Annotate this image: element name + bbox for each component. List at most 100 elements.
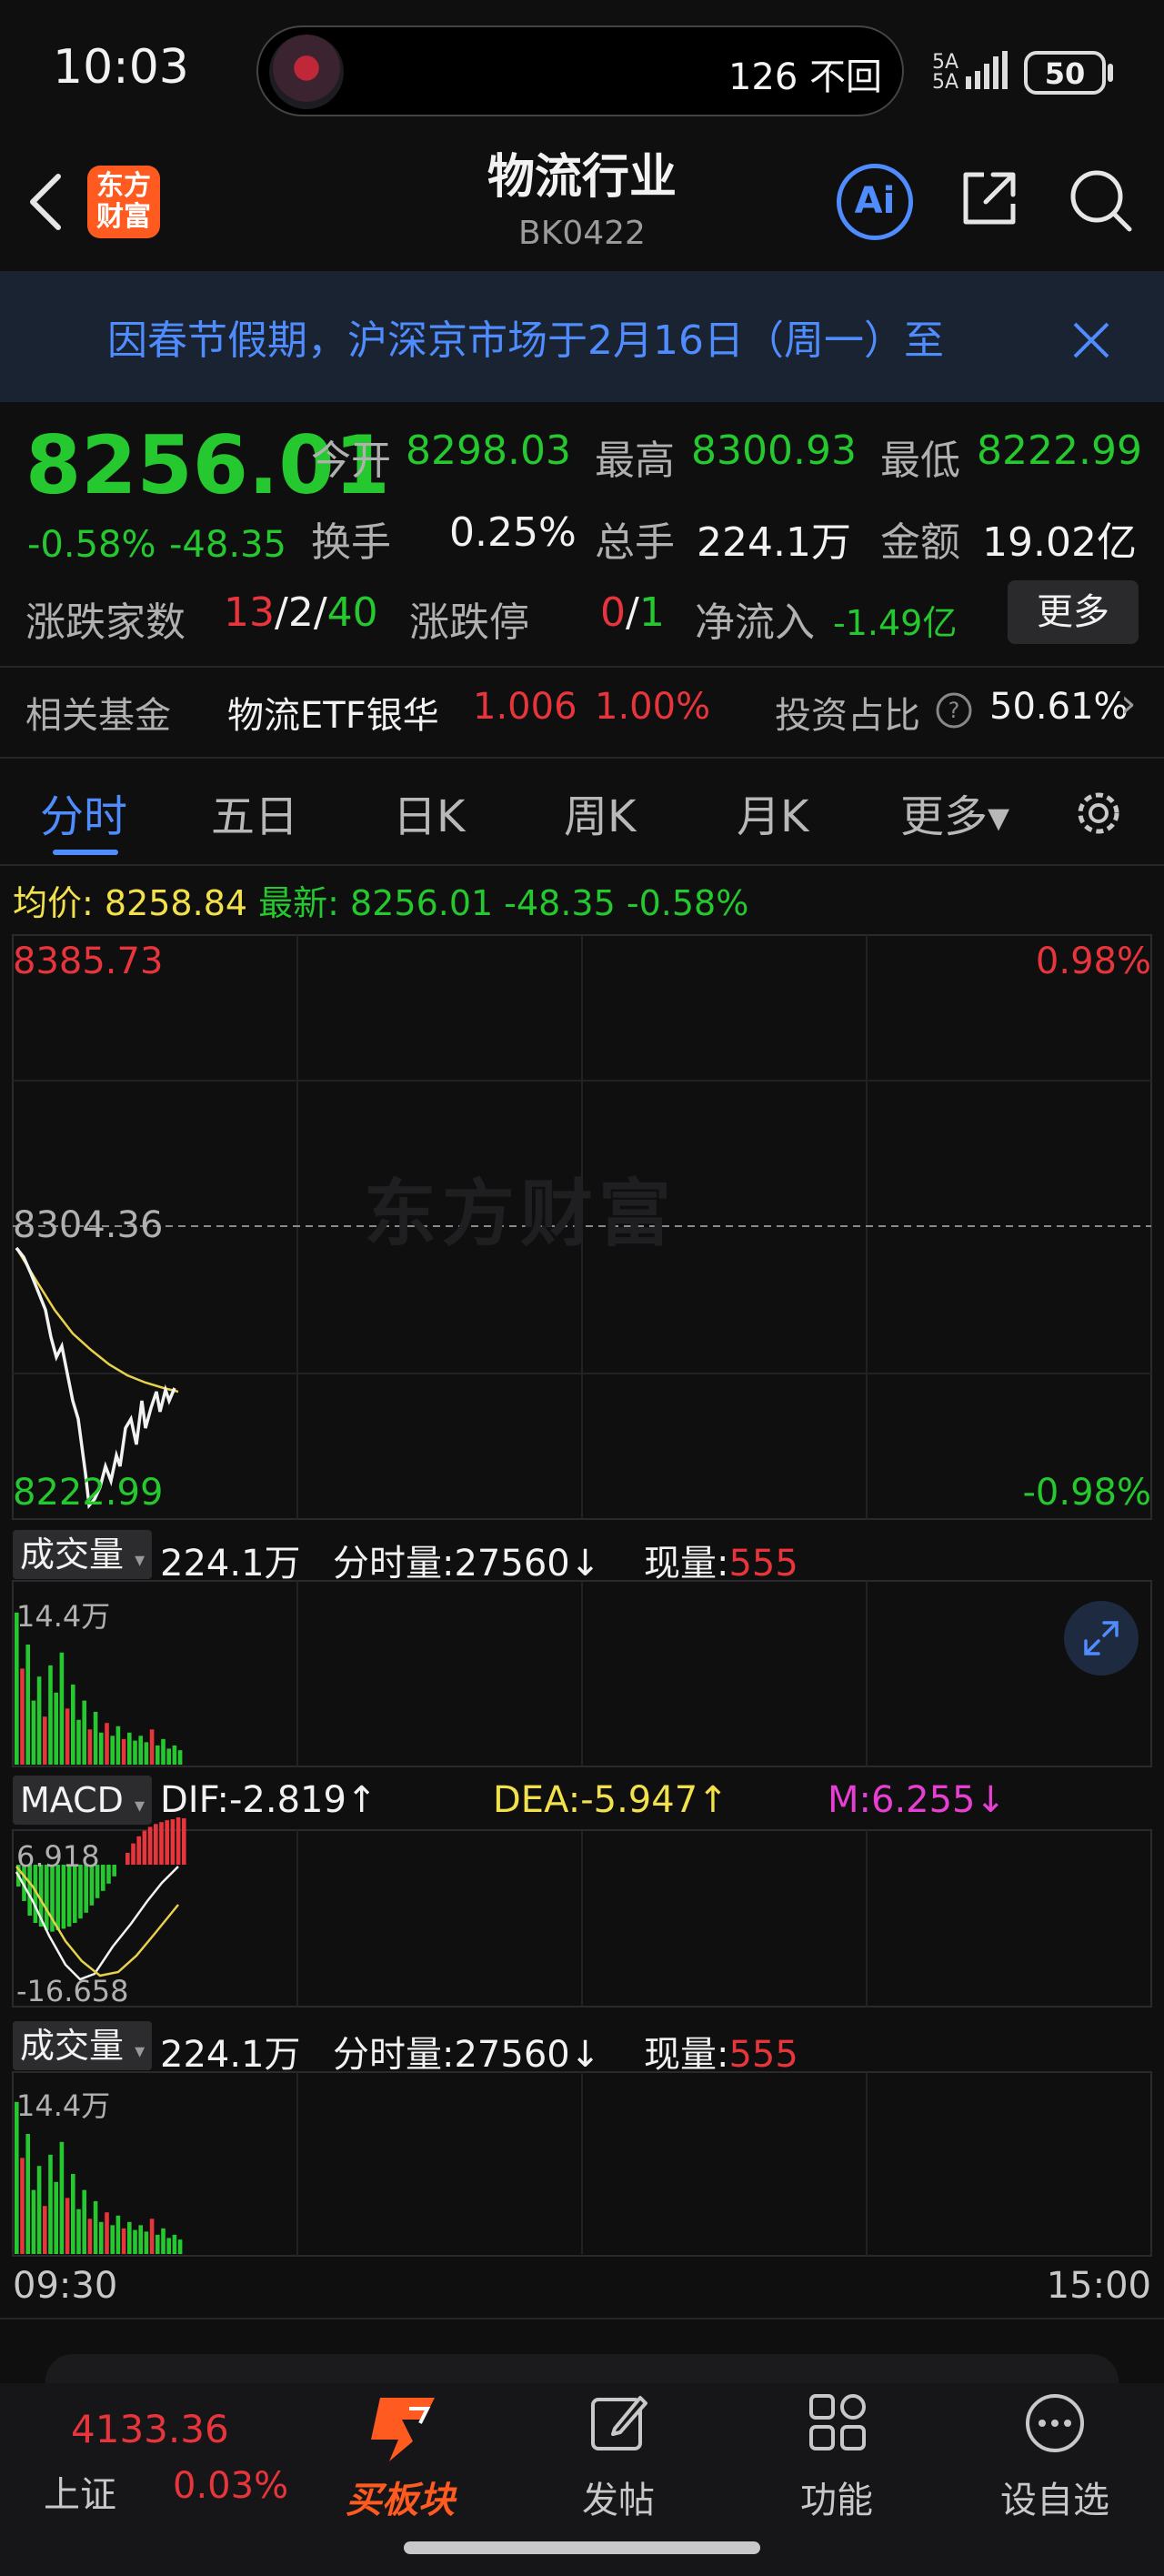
volume-bar <box>99 2221 104 2254</box>
amount-label: 金额 <box>880 519 960 566</box>
volume-bar <box>161 1738 166 1765</box>
macd-histogram <box>16 1817 186 1932</box>
volume-bar <box>20 2158 25 2254</box>
breadth-up: 13 <box>224 589 275 636</box>
high-label: 最高 <box>595 438 675 484</box>
limit-up: 0 <box>600 589 626 636</box>
index-value[interactable]: 4133.36 <box>71 2407 229 2451</box>
macd-top-value: 6.918 <box>16 1839 100 1874</box>
current-volume-value: 555 <box>728 1543 798 1585</box>
volume-bar <box>82 1700 86 1765</box>
latest-pct: -0.58% <box>626 883 749 923</box>
macd-bar <box>61 1865 66 1929</box>
dynamic-island[interactable]: 126 不回 <box>256 25 904 116</box>
volume-bar <box>121 1738 126 1765</box>
volume-bar <box>43 2206 47 2254</box>
tab-more[interactable]: 更多▾ <box>900 780 1009 844</box>
volume-bar <box>149 2219 155 2254</box>
battery-tip <box>1108 64 1113 82</box>
volume-value: 224.1万 <box>697 519 851 566</box>
volume-bar <box>31 2189 36 2254</box>
tab-monthly-k[interactable]: 月K <box>737 780 808 844</box>
ai-assistant-icon[interactable]: Ai <box>837 164 913 240</box>
notice-text[interactable]: 因春节假期，沪深京市场于2月16日（周一）至 <box>107 307 1026 366</box>
volume-label: 总手 <box>595 519 675 566</box>
breadth-sep: / <box>275 589 288 636</box>
tab-daily-k[interactable]: 日K <box>393 780 465 844</box>
volume-bar <box>133 1740 137 1765</box>
high-value: 8300.93 <box>691 428 857 474</box>
amount-value: 19.02亿 <box>982 519 1137 566</box>
dropdown-caret-icon: ▾ <box>135 1549 146 1572</box>
breadth-label: 涨跌家数 <box>25 599 186 646</box>
volume-bar <box>48 2154 53 2254</box>
close-icon[interactable] <box>1066 315 1117 366</box>
volume-bar <box>36 2166 42 2254</box>
index-pct[interactable]: 0.03% <box>173 2465 288 2507</box>
expand-icon[interactable] <box>1064 1601 1139 1675</box>
volume-bar <box>138 2225 143 2254</box>
macd-bar <box>112 1865 116 1877</box>
macd-bar <box>45 1865 49 1930</box>
limit-down: 1 <box>638 589 665 636</box>
tab-intraday[interactable]: 分时 <box>40 780 127 844</box>
tab-weekly-k[interactable]: 周K <box>564 780 636 844</box>
fund-name[interactable]: 物流ETF银华 <box>227 686 439 739</box>
volume-bar <box>144 2231 149 2254</box>
edit-post-icon[interactable] <box>587 2390 651 2454</box>
latest-label: 最新: <box>258 883 339 923</box>
nav-functions[interactable]: 功能 <box>764 2470 909 2523</box>
indicator-select-label: 成交量 <box>20 1535 125 1575</box>
indicator-select[interactable]: 成交量 ▾ <box>13 1530 153 1579</box>
ratio-value: 50.61% <box>989 686 1129 728</box>
macd-select[interactable]: MACD ▾ <box>13 1776 153 1825</box>
index-name[interactable]: 上证 <box>44 2465 116 2518</box>
avg-price-line <box>15 1247 179 1394</box>
divider <box>0 864 1164 866</box>
macd-bar <box>55 1865 60 1930</box>
macd-bar <box>165 1820 169 1865</box>
search-icon[interactable] <box>1066 166 1135 235</box>
volume-bar <box>177 2239 183 2254</box>
volume-bar <box>177 1750 183 1765</box>
latest-change: -48.35 <box>504 883 616 923</box>
volume-bar <box>110 2225 115 2254</box>
buy-sector-icon[interactable] <box>362 2392 442 2465</box>
more-dots-icon[interactable] <box>1022 2390 1088 2456</box>
volume-bar <box>99 1732 104 1765</box>
avg-value: 8258.84 <box>104 883 248 923</box>
time-end: 15:00 <box>1046 2265 1151 2307</box>
volume-bar <box>105 1723 109 1765</box>
volume-bar <box>172 2234 177 2254</box>
volume-bar <box>25 2134 30 2254</box>
chart-info-line: 均价: 8258.84 最新: 8256.01 -48.35 -0.58% <box>13 875 748 925</box>
volume-bar <box>71 1685 75 1765</box>
volume-bar <box>166 1748 171 1765</box>
gear-icon[interactable] <box>1069 784 1128 842</box>
volume-bar <box>59 2141 65 2254</box>
nav-add-watchlist[interactable]: 设自选 <box>982 2470 1128 2523</box>
macd-bar <box>170 1819 176 1865</box>
fund-label: 相关基金 <box>25 695 171 737</box>
apps-grid-icon[interactable] <box>806 2390 869 2454</box>
macd-bar <box>182 1818 186 1865</box>
pct-axis-top: 0.98% <box>1035 941 1151 982</box>
divider <box>0 757 1164 759</box>
indicator-select-2[interactable]: 成交量 ▾ <box>13 2021 153 2070</box>
volume-bar <box>87 1729 93 1765</box>
volume-bar <box>93 2200 98 2254</box>
macd-select-label: MACD <box>20 1780 124 1820</box>
volume-bar <box>133 2229 137 2254</box>
tab-five-day[interactable]: 五日 <box>211 780 298 844</box>
more-quote-button[interactable]: 更多 <box>1008 580 1139 644</box>
nav-post[interactable]: 发帖 <box>546 2470 691 2523</box>
macd-dea: DEA:-5.947↑ <box>493 1779 728 1821</box>
current-volume: 现量:555 <box>644 1534 798 1586</box>
divider <box>0 666 1164 668</box>
chevron-right-icon[interactable]: › <box>1120 680 1137 727</box>
pct-axis-bottom: -0.98% <box>1022 1472 1151 1514</box>
nav-buy-sector[interactable]: 买板块 <box>327 2470 473 2523</box>
share-icon[interactable] <box>957 166 1022 231</box>
dropdown-caret-icon: ▾ <box>135 2040 146 2063</box>
help-icon[interactable]: ? <box>935 691 973 730</box>
